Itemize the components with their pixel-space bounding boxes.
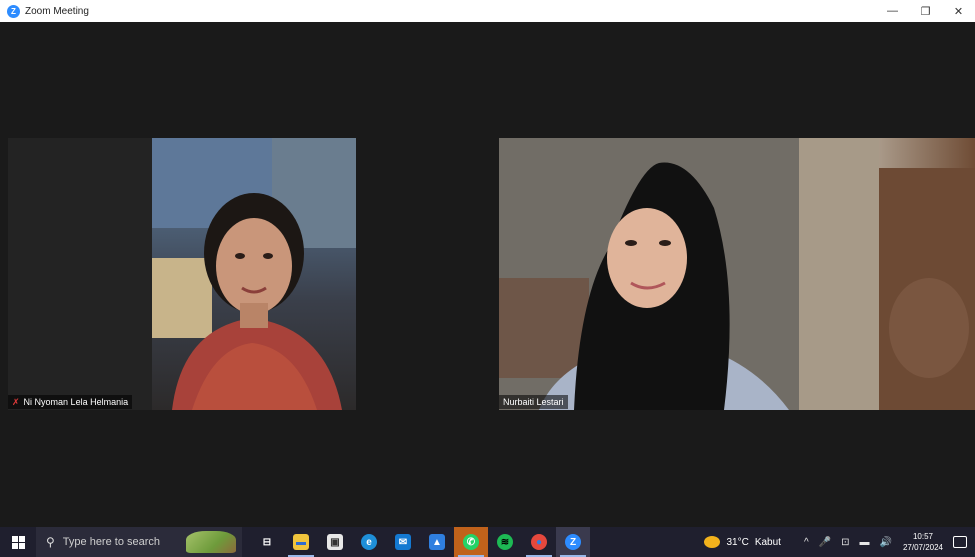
task-view-icon: ⊟	[262, 536, 272, 548]
spotify-button[interactable]: ≋	[488, 527, 522, 557]
mail-icon: ✉	[395, 534, 411, 550]
zoom-app-icon: Z	[7, 4, 20, 18]
weather-icon[interactable]	[704, 536, 721, 548]
participant-2-silhouette	[499, 138, 975, 410]
participant-name-tag-1: ✗ Ni Nyoman Lela Helmania	[8, 395, 133, 409]
microphone-icon[interactable]: 🎤	[819, 537, 831, 548]
weather-temp[interactable]: 31°C	[726, 537, 748, 548]
file-explorer-button[interactable]: ▬	[284, 527, 318, 557]
search-highlight-illustration	[186, 531, 236, 553]
start-button[interactable]	[0, 527, 36, 557]
meeting-gallery: ✗ Ni Nyoman Lela Helmania Nurbaiti Lesta…	[8, 22, 975, 527]
chrome-button[interactable]: ●	[522, 527, 556, 557]
device-icon[interactable]: ⊡	[841, 537, 849, 548]
participant-1-silhouette	[152, 138, 356, 410]
notification-icon[interactable]	[953, 536, 967, 548]
windows-taskbar: ⚲ Type here to search ⊟ ▬ ▣ e ✉ ▲ ✆ ≋ ● …	[0, 527, 975, 557]
spotify-icon: ≋	[497, 534, 513, 550]
taskbar-clock[interactable]: 10:57 27/07/2024	[903, 531, 943, 553]
edge-icon: e	[361, 534, 377, 550]
whatsapp-button[interactable]: ✆	[454, 527, 488, 557]
photos-button[interactable]: ▲	[420, 527, 454, 557]
chrome-icon: ●	[531, 534, 547, 550]
zoom-icon-letter: Z	[11, 6, 16, 16]
participant-name-tag-2: Nurbaiti Lestari	[499, 395, 568, 409]
zoom-icon: Z	[565, 534, 581, 550]
task-view-button[interactable]: ⊟	[250, 527, 284, 557]
participant-video-2	[499, 138, 975, 410]
mic-muted-icon: ✗	[12, 396, 20, 407]
whatsapp-icon: ✆	[463, 534, 479, 550]
zoom-taskbar-button[interactable]: Z	[556, 527, 590, 557]
system-tray: 31°C Kabut ^ 🎤 ⊡ ▬ 🔊 10:57 27/07/2024	[704, 527, 975, 557]
window-controls: — ❐ ✕	[876, 0, 975, 22]
participant-name-2: Nurbaiti Lestari	[503, 397, 564, 407]
title-bar: Z Zoom Meeting — ❐ ✕	[0, 0, 975, 22]
taskbar-apps: ⊟ ▬ ▣ e ✉ ▲ ✆ ≋ ● Z	[250, 527, 590, 557]
chevron-up-icon[interactable]: ^	[804, 537, 809, 548]
participant-name-1: Ni Nyoman Lela Helmania	[23, 397, 129, 407]
photos-icon: ▲	[429, 534, 445, 550]
weather-condition[interactable]: Kabut	[755, 537, 781, 548]
edge-button[interactable]: e	[352, 527, 386, 557]
minimize-button[interactable]: —	[876, 0, 909, 22]
clock-date: 27/07/2024	[902, 543, 943, 552]
search-placeholder: Type here to search	[62, 536, 161, 548]
file-explorer-icon: ▬	[293, 534, 309, 550]
participant-video-1	[152, 138, 356, 410]
close-button[interactable]: ✕	[942, 0, 975, 22]
window-title: Zoom Meeting	[25, 5, 89, 17]
participant-tile-1[interactable]: ✗ Ni Nyoman Lela Helmania	[8, 138, 356, 410]
battery-icon[interactable]: ▬	[860, 537, 870, 548]
participant-tile-2[interactable]: Nurbaiti Lestari	[499, 138, 975, 410]
windows-logo-icon	[11, 535, 25, 549]
restore-button[interactable]: ❐	[909, 0, 942, 22]
search-icon: ⚲	[46, 535, 55, 549]
taskbar-search-box[interactable]: ⚲ Type here to search	[36, 527, 242, 557]
mail-button[interactable]: ✉	[386, 527, 420, 557]
store-icon: ▣	[327, 534, 343, 550]
store-button[interactable]: ▣	[318, 527, 352, 557]
volume-icon[interactable]: 🔊	[880, 537, 892, 548]
clock-time: 10:57	[912, 532, 933, 541]
